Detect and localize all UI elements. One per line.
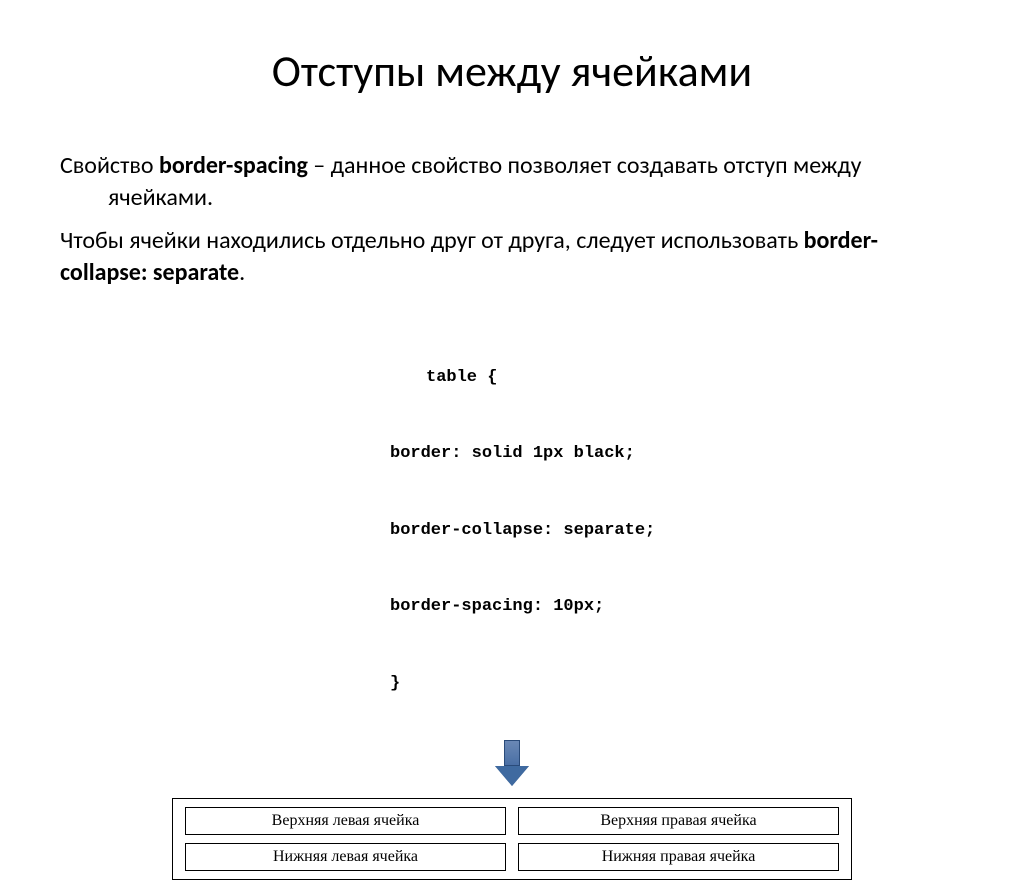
slide-title: Отступы между ячейками	[60, 44, 964, 98]
cell-top-left: Верхняя левая ячейка	[185, 807, 506, 835]
code-line-5: }	[390, 671, 964, 697]
para2-post: .	[239, 258, 245, 287]
code-line-1: table {	[426, 365, 964, 391]
para1-bold: border-spacing	[159, 151, 308, 180]
para2-pre: Чтобы ячейки находились отдельно друг от…	[60, 226, 804, 255]
table-row: Верхняя левая ячейка Верхняя правая ячей…	[185, 807, 839, 835]
cell-bottom-left: Нижняя левая ячейка	[185, 843, 506, 871]
table-row: Нижняя левая ячейка Нижняя правая ячейка	[185, 843, 839, 871]
code-example: table { border: solid 1px black; border-…	[390, 314, 964, 722]
para1-pre: Свойство	[60, 151, 159, 180]
code-line-2: border: solid 1px black;	[390, 441, 964, 467]
demo-table: Верхняя левая ячейка Верхняя правая ячей…	[172, 798, 852, 880]
paragraph-1: Свойство border-spacing – данное свойств…	[60, 150, 964, 215]
cell-top-right: Верхняя правая ячейка	[518, 807, 839, 835]
arrow-down-icon	[60, 740, 964, 786]
paragraph-2: Чтобы ячейки находились отдельно друг от…	[60, 225, 964, 290]
cell-bottom-right: Нижняя правая ячейка	[518, 843, 839, 871]
code-line-4: border-spacing: 10px;	[390, 594, 964, 620]
code-line-3: border-collapse: separate;	[390, 518, 964, 544]
